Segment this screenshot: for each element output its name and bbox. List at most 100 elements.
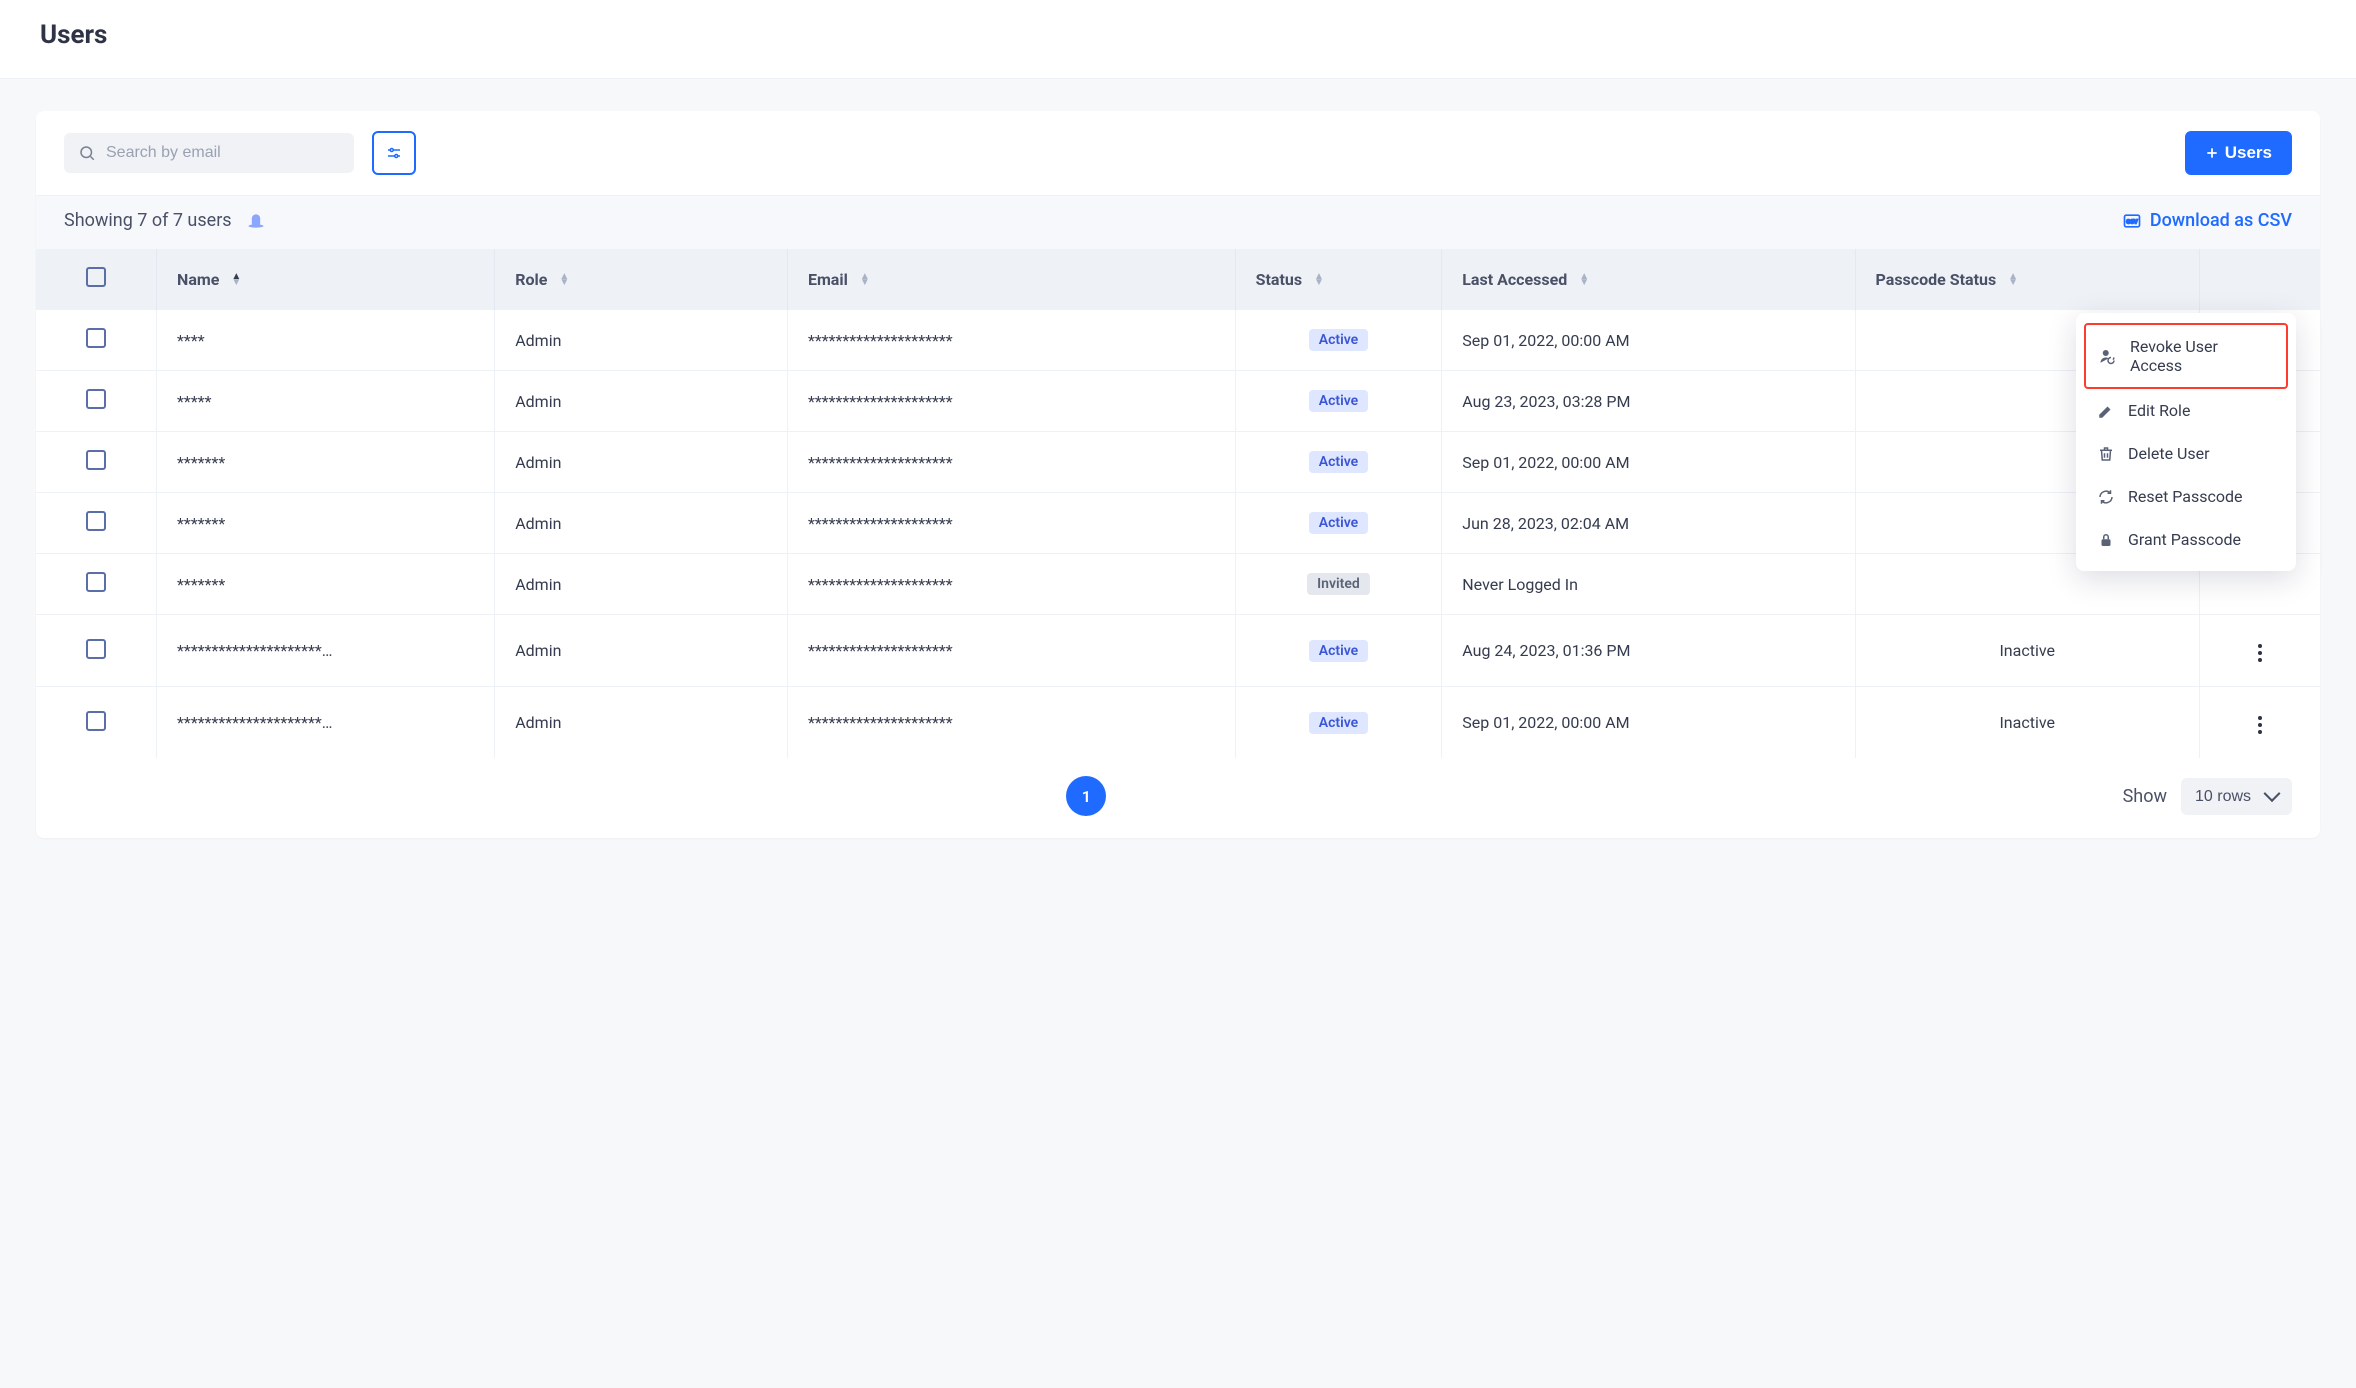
menu-item-label: Delete User	[2128, 444, 2210, 463]
sort-icon: ▲▼	[231, 274, 241, 286]
header-status[interactable]: Status ▲▼	[1235, 249, 1442, 310]
cell-name: *******	[157, 493, 495, 554]
cell-email: *********************	[787, 615, 1235, 687]
menu-item-delete-user[interactable]: Delete User	[2084, 432, 2288, 475]
search-box[interactable]	[64, 133, 354, 173]
menu-item-label: Revoke User Access	[2130, 337, 2274, 375]
status-badge: Active	[1309, 390, 1368, 412]
status-badge: Active	[1309, 712, 1368, 734]
users-table: Name ▲▼ Role ▲▼ Email ▲▼ Status ▲▼	[36, 249, 2320, 758]
cell-role: Admin	[495, 554, 788, 615]
cell-last-accessed: Sep 01, 2022, 00:00 AM	[1442, 310, 1855, 371]
cell-name: *********************…	[157, 615, 495, 687]
header-last-accessed[interactable]: Last Accessed ▲▼	[1442, 249, 1855, 310]
cell-role: Admin	[495, 371, 788, 432]
hat-icon	[246, 211, 266, 231]
refresh-icon	[2096, 488, 2116, 506]
status-badge: Active	[1309, 329, 1368, 351]
download-csv-link[interactable]: CSV Download as CSV	[2122, 210, 2292, 231]
cell-role: Admin	[495, 687, 788, 759]
page-title: Users	[40, 20, 2316, 50]
kebab-icon[interactable]	[2252, 710, 2268, 740]
status-badge: Active	[1309, 512, 1368, 534]
header-email[interactable]: Email ▲▼	[787, 249, 1235, 310]
search-icon	[78, 144, 96, 162]
download-csv-label: Download as CSV	[2150, 210, 2292, 231]
row-checkbox[interactable]	[86, 572, 106, 592]
status-badge: Active	[1309, 640, 1368, 662]
cell-actions	[2199, 615, 2320, 687]
status-bar: Showing 7 of 7 users CSV Download as CSV	[36, 195, 2320, 249]
search-input[interactable]	[104, 143, 340, 163]
table-footer: 1 Show 10 rows	[36, 758, 2320, 838]
row-checkbox[interactable]	[86, 389, 106, 409]
show-label: Show	[2123, 786, 2167, 807]
table-row: ****Admin*********************ActiveSep …	[36, 310, 2320, 371]
toolbar: Users	[36, 111, 2320, 195]
sliders-icon	[385, 144, 403, 162]
cell-email: *********************	[787, 687, 1235, 759]
header-passcode-status[interactable]: Passcode Status ▲▼	[1855, 249, 2199, 310]
cell-passcode-status: Inactive	[1855, 615, 2199, 687]
cell-status: Active	[1235, 493, 1442, 554]
checkbox-icon[interactable]	[86, 267, 106, 287]
cell-status: Active	[1235, 371, 1442, 432]
row-checkbox[interactable]	[86, 328, 106, 348]
cell-email: *********************	[787, 554, 1235, 615]
cell-status: Invited	[1235, 554, 1442, 615]
header-checkbox[interactable]	[36, 249, 157, 310]
sort-icon: ▲▼	[1579, 274, 1589, 286]
content: Users Showing 7 of 7 users CSV Download …	[0, 79, 2356, 878]
cell-name: *******	[157, 432, 495, 493]
menu-item-reset-passcode[interactable]: Reset Passcode	[2084, 475, 2288, 518]
kebab-icon[interactable]	[2252, 638, 2268, 668]
rows-per-page-select[interactable]: 10 rows	[2181, 778, 2292, 815]
cell-email: *********************	[787, 432, 1235, 493]
menu-item-revoke-user-access[interactable]: Revoke User Access	[2084, 323, 2288, 389]
cell-role: Admin	[495, 493, 788, 554]
header-role[interactable]: Role ▲▼	[495, 249, 788, 310]
menu-item-edit-role[interactable]: Edit Role	[2084, 389, 2288, 432]
trash-icon	[2096, 445, 2116, 463]
filter-button[interactable]	[372, 131, 416, 175]
cell-role: Admin	[495, 615, 788, 687]
table-row: *******Admin*********************Invited…	[36, 554, 2320, 615]
showing-count: Showing 7 of 7 users	[64, 210, 232, 231]
lock-icon	[2096, 531, 2116, 549]
cell-email: *********************	[787, 310, 1235, 371]
menu-item-label: Grant Passcode	[2128, 530, 2241, 549]
cell-status: Active	[1235, 432, 1442, 493]
cell-role: Admin	[495, 310, 788, 371]
row-checkbox[interactable]	[86, 711, 106, 731]
row-checkbox[interactable]	[86, 511, 106, 531]
header-name[interactable]: Name ▲▼	[157, 249, 495, 310]
cell-last-accessed: Sep 01, 2022, 00:00 AM	[1442, 432, 1855, 493]
cell-name: *******	[157, 554, 495, 615]
row-checkbox[interactable]	[86, 639, 106, 659]
table-row: *********************…Admin*************…	[36, 615, 2320, 687]
table-header-row: Name ▲▼ Role ▲▼ Email ▲▼ Status ▲▼	[36, 249, 2320, 310]
row-actions-menu[interactable]: Revoke User Access Edit Role Delete User Re…	[2076, 313, 2296, 571]
pencil-icon	[2096, 402, 2116, 420]
table-row: *********************…Admin*************…	[36, 687, 2320, 759]
cell-last-accessed: Aug 23, 2023, 03:28 PM	[1442, 371, 1855, 432]
page-number[interactable]: 1	[1066, 776, 1106, 816]
cell-name: *********************…	[157, 687, 495, 759]
cell-status: Active	[1235, 687, 1442, 759]
sort-icon: ▲▼	[2008, 274, 2018, 286]
status-badge: Active	[1309, 451, 1368, 473]
cell-passcode-status: Inactive	[1855, 687, 2199, 759]
menu-item-grant-passcode[interactable]: Grant Passcode	[2084, 518, 2288, 561]
add-users-button[interactable]: Users	[2185, 131, 2292, 175]
user-revoke-icon	[2098, 347, 2118, 365]
row-checkbox[interactable]	[86, 450, 106, 470]
menu-item-label: Edit Role	[2128, 401, 2190, 420]
cell-last-accessed: Sep 01, 2022, 00:00 AM	[1442, 687, 1855, 759]
cell-status: Active	[1235, 310, 1442, 371]
cell-role: Admin	[495, 432, 788, 493]
cell-actions	[2199, 687, 2320, 759]
sort-icon: ▲▼	[559, 274, 569, 286]
add-users-label: Users	[2225, 143, 2272, 163]
page-header: Users	[0, 0, 2356, 79]
table-row: *******Admin********************* Active S…	[36, 432, 2320, 493]
